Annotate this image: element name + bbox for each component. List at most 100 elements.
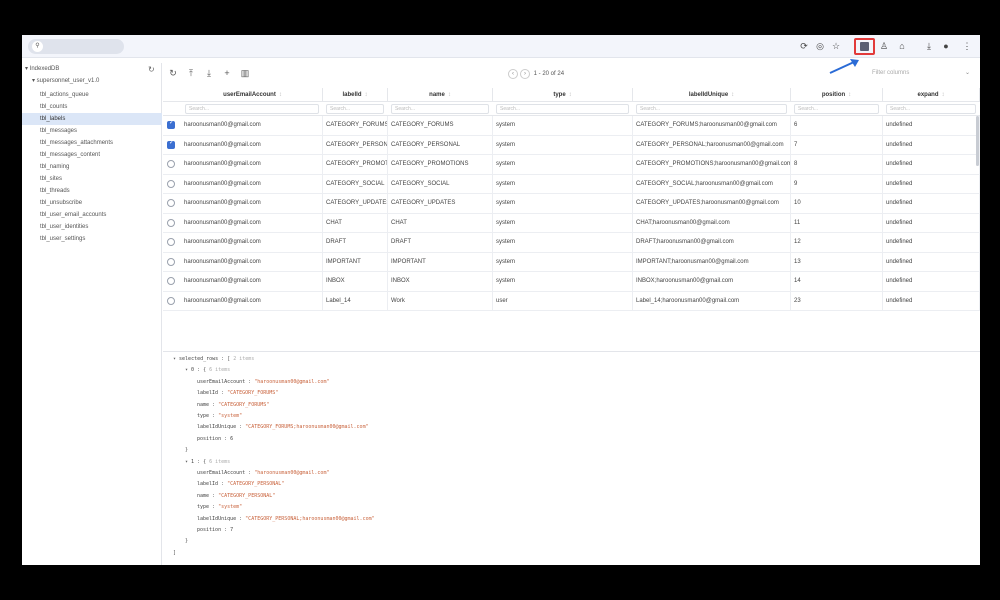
table-cell[interactable]: system bbox=[493, 233, 633, 253]
tree-table-item[interactable]: tbl_counts bbox=[22, 101, 162, 113]
download-icon[interactable]: ⤓ bbox=[203, 67, 215, 79]
table-cell[interactable]: haroonusman00@gmail.com bbox=[181, 252, 323, 272]
table-cell[interactable]: CATEGORY_SOCIAL bbox=[323, 174, 388, 194]
table-cell[interactable]: CATEGORY_SOCIAL bbox=[388, 174, 493, 194]
table-cell[interactable]: CATEGORY_FORUMS bbox=[388, 116, 493, 136]
table-cell[interactable]: CATEGORY_FORUMS;haroonusman00@gmail.com bbox=[633, 116, 791, 136]
table-cell[interactable]: system bbox=[493, 252, 633, 272]
row-select-checkbox[interactable] bbox=[167, 179, 175, 188]
tree-table-item[interactable]: tbl_actions_queue bbox=[22, 89, 162, 101]
table-row[interactable]: haroonusman00@gmail.comCATEGORY_PERSONAL… bbox=[163, 135, 980, 155]
table-cell[interactable]: undefined bbox=[883, 252, 980, 272]
tree-table-item[interactable]: tbl_messages_attachments bbox=[22, 137, 162, 149]
column-header[interactable]: labelIdUnique ↕ bbox=[633, 88, 791, 102]
table-row[interactable]: haroonusman00@gmail.comCATEGORY_FORUMSCA… bbox=[163, 116, 980, 136]
table-cell[interactable]: undefined bbox=[883, 174, 980, 194]
site-info-icon[interactable]: ⚲ bbox=[32, 41, 43, 52]
table-cell[interactable]: haroonusman00@gmail.com bbox=[181, 213, 323, 233]
column-header[interactable]: userEmailAccount ↕ bbox=[183, 88, 323, 102]
row-select-checkbox[interactable] bbox=[167, 257, 175, 266]
extensions-icon[interactable]: ⌂ bbox=[896, 40, 908, 52]
table-cell[interactable]: CHAT;haroonusman00@gmail.com bbox=[633, 213, 791, 233]
table-row[interactable]: haroonusman00@gmail.com CHAT CHAT system CHA… bbox=[163, 213, 980, 233]
table-cell[interactable]: INBOX bbox=[388, 272, 493, 292]
sort-icon[interactable]: ↕ bbox=[942, 92, 945, 98]
table-cell[interactable]: 10 bbox=[791, 194, 883, 214]
table-cell[interactable]: undefined bbox=[883, 213, 980, 233]
table-cell[interactable]: INBOX;haroonusman00@gmail.com bbox=[633, 272, 791, 292]
table-scrollbar[interactable] bbox=[976, 116, 979, 166]
table-cell[interactable]: undefined bbox=[883, 116, 980, 136]
table-cell[interactable]: CATEGORY_PERSONAL bbox=[323, 135, 388, 155]
table-cell[interactable]: user bbox=[493, 291, 633, 311]
table-cell[interactable]: haroonusman00@gmail.com bbox=[181, 233, 323, 253]
sort-icon[interactable]: ↕ bbox=[365, 92, 368, 98]
row-select-checkbox[interactable] bbox=[167, 277, 175, 285]
table-cell[interactable]: CATEGORY_SOCIAL;haroonusman00@gmail.com bbox=[633, 174, 791, 194]
table-row[interactable]: haroonusman00@gmail.com CATEGORY_UPDATES C… bbox=[163, 194, 980, 214]
table-cell[interactable]: 11 bbox=[791, 213, 883, 233]
table-cell[interactable]: undefined bbox=[883, 233, 980, 253]
table-cell[interactable]: undefined bbox=[883, 135, 980, 155]
table-cell[interactable]: haroonusman00@gmail.com bbox=[181, 194, 323, 214]
table-cell[interactable]: DRAFT bbox=[388, 233, 493, 253]
column-search-input[interactable]: Search... bbox=[326, 104, 384, 114]
add-row-icon[interactable]: + bbox=[221, 67, 233, 79]
translate-icon[interactable]: ◎ bbox=[814, 40, 826, 52]
tree-table-item[interactable]: tbl_messages bbox=[22, 125, 162, 137]
sort-icon[interactable]: ↕ bbox=[569, 92, 572, 98]
table-cell[interactable]: CHAT bbox=[323, 213, 388, 233]
prev-page-button[interactable]: ‹ bbox=[508, 69, 518, 79]
column-header[interactable]: name ↕ bbox=[388, 88, 493, 102]
tree-table-item[interactable]: tbl_threads bbox=[22, 185, 162, 197]
tree-table-item[interactable]: tbl_labels bbox=[22, 113, 162, 125]
table-cell[interactable]: haroonusman00@gmail.com bbox=[181, 155, 323, 175]
table-row[interactable]: haroonusman00@gmail.com IMPORTANT IMPORTAN… bbox=[163, 252, 980, 272]
cast-icon[interactable]: ⟳ bbox=[798, 40, 810, 52]
tree-table-item[interactable]: tbl_messages_content bbox=[22, 149, 162, 161]
table-cell[interactable]: 6 bbox=[791, 116, 883, 136]
table-cell[interactable]: CATEGORY_PERSONAL bbox=[388, 135, 493, 155]
upload-icon[interactable]: ⤒ bbox=[185, 67, 197, 79]
table-cell[interactable]: haroonusman00@gmail.com bbox=[181, 291, 323, 311]
next-page-button[interactable]: › bbox=[520, 69, 530, 79]
table-cell[interactable]: Work bbox=[388, 291, 493, 311]
table-row[interactable]: haroonusman00@gmail.com Label_14 Work user L… bbox=[163, 291, 980, 311]
table-row[interactable]: haroonusman00@gmail.comCATEGORY_PROMOTIO… bbox=[163, 155, 980, 175]
row-select-checkbox[interactable] bbox=[167, 238, 175, 246]
sort-icon[interactable]: ↕ bbox=[448, 92, 451, 98]
column-search-input[interactable]: Search... bbox=[185, 104, 319, 114]
table-cell[interactable]: undefined bbox=[883, 272, 980, 292]
row-select-checkbox[interactable] bbox=[167, 218, 175, 227]
tree-table-item[interactable]: tbl_user_email_accounts bbox=[22, 209, 162, 221]
column-header[interactable]: labelId ↕ bbox=[323, 88, 388, 102]
table-row[interactable]: haroonusman00@gmail.com INBOX INBOX system I… bbox=[163, 272, 980, 292]
table-cell[interactable]: CHAT bbox=[388, 213, 493, 233]
table-cell[interactable]: IMPORTANT bbox=[323, 252, 388, 272]
table-cell[interactable]: undefined bbox=[883, 194, 980, 214]
table-cell[interactable]: DRAFT bbox=[323, 233, 388, 253]
table-cell[interactable]: CATEGORY_PROMOTIONS;haroonusman00@gmail.… bbox=[633, 155, 791, 175]
table-cell[interactable]: system bbox=[493, 174, 633, 194]
tree-table-item[interactable]: tbl_naming bbox=[22, 161, 162, 173]
column-search-input[interactable]: Search... bbox=[496, 104, 629, 114]
table-cell[interactable]: CATEGORY_PERSONAL;haroonusman00@gmail.co… bbox=[633, 135, 791, 155]
row-select-checkbox[interactable] bbox=[167, 199, 175, 207]
table-cell[interactable]: system bbox=[493, 213, 633, 233]
table-cell[interactable]: CATEGORY_UPDATES;haroonusman00@gmail.com bbox=[633, 194, 791, 214]
address-bar[interactable]: ⚲ bbox=[28, 39, 124, 54]
table-cell[interactable]: 9 bbox=[791, 174, 883, 194]
table-cell[interactable]: CATEGORY_PROMOTIONS bbox=[323, 155, 388, 175]
table-cell[interactable]: haroonusman00@gmail.com bbox=[181, 272, 323, 292]
tree-table-item[interactable]: tbl_user_settings bbox=[22, 233, 162, 245]
row-select-checkbox[interactable] bbox=[167, 160, 175, 168]
table-cell[interactable]: CATEGORY_PROMOTIONS bbox=[388, 155, 493, 175]
table-cell[interactable]: DRAFT;haroonusman00@gmail.com bbox=[633, 233, 791, 253]
tree-database[interactable]: ▾ supersonnet_user_v1.0 bbox=[22, 75, 99, 87]
table-cell[interactable]: Label_14;haroonusman00@gmail.com bbox=[633, 291, 791, 311]
row-select-checkbox[interactable] bbox=[167, 119, 175, 129]
table-cell[interactable]: 7 bbox=[791, 135, 883, 155]
table-cell[interactable]: 13 bbox=[791, 252, 883, 272]
table-cell[interactable]: system bbox=[493, 155, 633, 175]
table-cell[interactable]: INBOX bbox=[323, 272, 388, 292]
